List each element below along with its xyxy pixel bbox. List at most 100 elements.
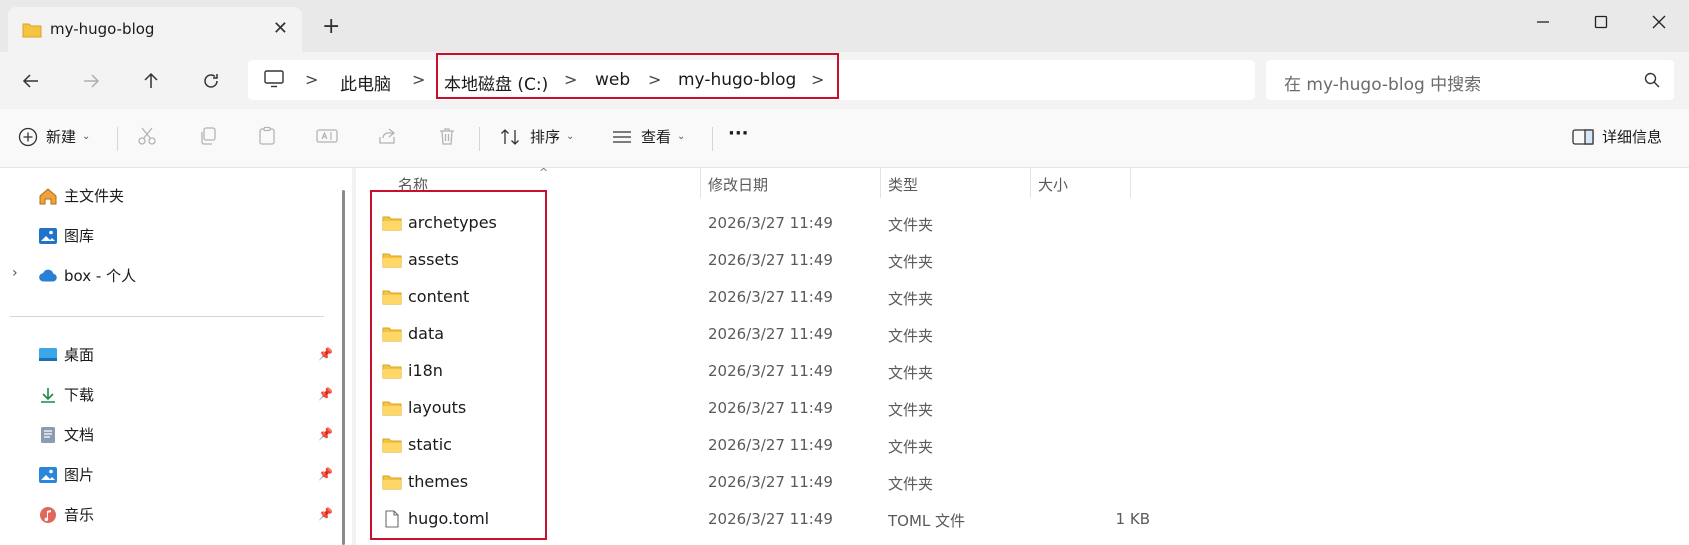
pin-icon[interactable]: 📌 [318, 347, 333, 361]
sidebar-item-home[interactable]: 主文件夹 [38, 185, 124, 206]
refresh-button[interactable] [196, 66, 226, 96]
column-divider[interactable] [1030, 168, 1031, 198]
sidebar-item-gallery[interactable]: 图库 [38, 225, 94, 246]
close-window-button[interactable] [1636, 6, 1682, 38]
sidebar-item-label: 音乐 [64, 506, 95, 524]
new-label: 新建 [46, 128, 77, 146]
tab-my-hugo-blog[interactable]: my-hugo-blog ✕ [8, 7, 302, 52]
column-divider[interactable] [1130, 168, 1131, 198]
navigation-pane: 主文件夹 图库 › box - 个人 桌面 📌 下载 📌 文档 📌 图片 📌 音… [0, 168, 340, 545]
sidebar-item-label: 主文件夹 [64, 187, 125, 205]
sidebar-item-music[interactable]: 音乐 [38, 504, 94, 525]
navigation-bar: > 此电脑 > 本地磁盘 (C:) > web > my-hugo-blog >… [0, 52, 1689, 109]
download-icon [38, 385, 58, 405]
sidebar-divider [10, 316, 324, 317]
more-options-button[interactable]: ··· [728, 123, 749, 144]
arrow-up-icon [144, 72, 158, 88]
file-type: 文件夹 [888, 216, 934, 234]
file-date: 2026/3/27 11:49 [708, 214, 833, 232]
cloud-icon [38, 266, 58, 286]
new-tab-button[interactable]: + [322, 16, 340, 38]
up-button[interactable] [136, 66, 166, 96]
file-size: 1 KB [1115, 510, 1150, 528]
files-highlight-box [370, 190, 547, 540]
refresh-icon [204, 74, 218, 88]
file-date: 2026/3/27 11:49 [708, 325, 833, 343]
toolbar-divider [479, 127, 480, 151]
search-box[interactable]: 在 my-hugo-blog 中搜索 [1266, 60, 1674, 100]
sidebar-item-label: 图库 [64, 227, 95, 245]
title-bar: my-hugo-blog ✕ + [0, 0, 1689, 52]
pin-icon[interactable]: 📌 [318, 387, 333, 401]
pin-icon[interactable]: 📌 [318, 507, 333, 521]
sidebar-item-label: 下载 [64, 386, 95, 404]
file-date: 2026/3/27 11:49 [708, 362, 833, 380]
sidebar-item-label: 图片 [64, 466, 95, 484]
sidebar-item-pictures[interactable]: 图片 [38, 464, 94, 485]
gallery-icon [38, 226, 58, 246]
file-date: 2026/3/27 11:49 [708, 510, 833, 528]
sidebar-item-label: 文档 [64, 426, 95, 444]
view-button[interactable]: 查看 ⌄ [611, 126, 685, 147]
forward-button[interactable] [76, 66, 106, 96]
toolbar-divider [117, 127, 118, 151]
sidebar-item-box[interactable]: box - 个人 [38, 265, 136, 286]
file-type: 文件夹 [888, 475, 934, 493]
minimize-button[interactable] [1520, 6, 1566, 38]
cut-button[interactable] [137, 126, 157, 146]
delete-button[interactable] [437, 126, 457, 146]
file-type: TOML 文件 [888, 512, 966, 530]
column-header-size[interactable]: 大小 [1038, 174, 1068, 195]
sidebar-item-label: 桌面 [64, 346, 95, 364]
file-type: 文件夹 [888, 253, 934, 271]
view-label: 查看 [641, 128, 672, 146]
new-button[interactable]: 新建 ⌄ [18, 126, 90, 147]
details-label: 详细信息 [1602, 128, 1663, 146]
maximize-button[interactable] [1578, 6, 1624, 38]
paste-button[interactable] [257, 126, 277, 146]
share-icon [379, 128, 396, 144]
column-divider[interactable] [880, 168, 881, 198]
toolbar-divider [712, 127, 713, 151]
column-divider[interactable] [700, 168, 701, 198]
file-list: ^ 名称 修改日期 类型 大小 archetypes 2026/3/27 11:4… [356, 166, 1689, 545]
computer-icon [264, 70, 284, 92]
search-input[interactable]: 在 my-hugo-blog 中搜索 [1284, 70, 1481, 95]
document-icon [38, 425, 58, 445]
sidebar-item-documents[interactable]: 文档 [38, 424, 94, 445]
file-date: 2026/3/27 11:49 [708, 473, 833, 491]
close-tab-icon[interactable]: ✕ [273, 18, 288, 39]
scissors-icon [138, 127, 156, 145]
sort-button[interactable]: 排序 ⌄ [500, 126, 574, 147]
file-date: 2026/3/27 11:49 [708, 399, 833, 417]
copy-icon [201, 127, 216, 145]
close-icon [1652, 15, 1666, 29]
column-header-type[interactable]: 类型 [888, 174, 918, 195]
breadcrumb-separator[interactable]: > [412, 70, 425, 89]
back-button[interactable] [16, 66, 46, 96]
pin-icon[interactable]: 📌 [318, 427, 333, 441]
rename-button[interactable] [316, 126, 338, 146]
column-header-date[interactable]: 修改日期 [708, 174, 768, 195]
sidebar-scrollbar[interactable] [342, 190, 345, 545]
plus-circle-icon [18, 127, 38, 146]
details-pane-icon [1572, 128, 1594, 145]
breadcrumb-this-pc[interactable]: 此电脑 [340, 70, 391, 95]
file-date: 2026/3/27 11:49 [708, 251, 833, 269]
sidebar-item-desktop[interactable]: 桌面 [38, 344, 94, 365]
search-icon [1644, 72, 1660, 92]
folder-icon [22, 22, 42, 42]
file-type: 文件夹 [888, 327, 934, 345]
chevron-right-icon[interactable]: › [12, 265, 18, 281]
file-type: 文件夹 [888, 290, 934, 308]
pin-icon[interactable]: 📌 [318, 467, 333, 481]
sidebar-item-downloads[interactable]: 下载 [38, 384, 94, 405]
breadcrumb-separator[interactable]: > [305, 70, 318, 89]
share-button[interactable] [377, 126, 397, 146]
copy-button[interactable] [198, 126, 218, 146]
paste-icon [259, 126, 275, 145]
details-pane-button[interactable]: 详细信息 [1572, 126, 1662, 147]
arrow-right-icon [84, 74, 100, 88]
chevron-down-icon: ⌄ [82, 131, 91, 142]
file-type: 文件夹 [888, 364, 934, 382]
